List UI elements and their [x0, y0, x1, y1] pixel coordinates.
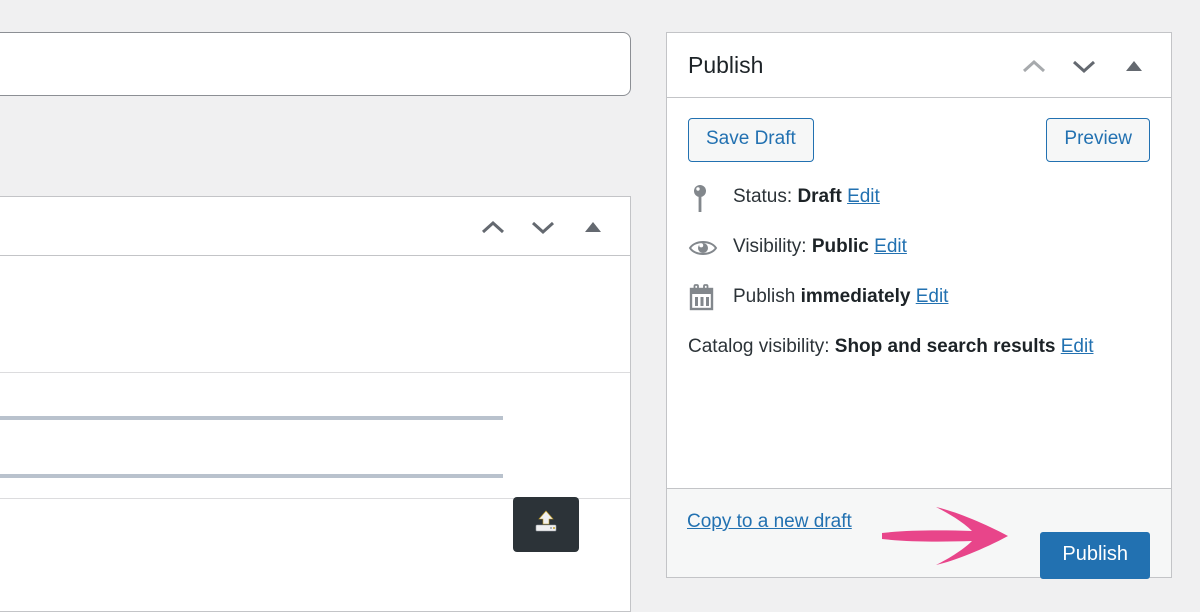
status-edit-link[interactable]: Edit — [847, 186, 880, 207]
status-row: Status: Draft Edit — [688, 181, 1150, 215]
catalog-visibility-label: Catalog visibility: — [688, 335, 830, 357]
publish-panel-body: Save Draft Preview Status: Draft Edit Vi… — [667, 98, 1171, 363]
panel-title: Publish — [688, 51, 764, 78]
copy-to-new-draft-link[interactable]: Copy to a new draft — [687, 511, 852, 533]
triangle-up-icon[interactable] — [578, 212, 608, 242]
pin-icon — [688, 183, 722, 213]
calendar-icon — [688, 283, 722, 313]
chevron-up-icon[interactable] — [478, 212, 508, 242]
catalog-visibility-edit-link[interactable]: Edit — [1061, 336, 1094, 357]
publish-button[interactable]: Publish — [1040, 532, 1150, 579]
catalog-visibility-row: Catalog visibility: Shop and search resu… — [688, 331, 1128, 363]
visibility-row: Visibility: Public Edit — [688, 231, 1150, 265]
upload-icon — [531, 509, 561, 540]
triangle-up-icon[interactable] — [1119, 51, 1149, 81]
publish-panel: Publish Save Draft Preview Status: Draft… — [666, 32, 1172, 579]
visibility-edit-link[interactable]: Edit — [874, 236, 907, 257]
publish-date-row: Publish immediately Edit — [688, 281, 1150, 315]
publish-panel-header: Publish — [667, 33, 1171, 98]
status-label: Status: — [733, 186, 793, 208]
publish-date-value: immediately — [800, 286, 911, 308]
left-metabox-row-2 — [0, 373, 630, 499]
status-text: Status: Draft Edit — [733, 186, 880, 209]
post-title-input[interactable] — [0, 32, 631, 96]
visibility-value: Public — [811, 236, 869, 258]
publish-date-label: Publish — [733, 286, 796, 308]
publish-panel-footer: Copy to a new draft Publish — [667, 488, 1171, 579]
upload-button[interactable] — [513, 497, 579, 552]
publish-date-text: Publish immediately Edit — [733, 286, 948, 309]
left-metabox-header — [0, 197, 630, 256]
visibility-text: Visibility: Public Edit — [733, 236, 907, 259]
screen-root: Publish Save Draft Preview Status: Draft… — [0, 0, 1200, 612]
status-value: Draft — [797, 186, 842, 208]
left-metabox-row-1 — [0, 256, 630, 373]
save-draft-button[interactable]: Save Draft — [688, 118, 814, 162]
chevron-down-icon[interactable] — [1069, 51, 1099, 81]
panel-handle-actions — [1019, 33, 1149, 98]
publish-actions-row: Save Draft Preview — [688, 118, 1150, 162]
chevron-down-icon[interactable] — [528, 212, 558, 242]
left-metabox-handle-actions — [478, 197, 608, 256]
preview-button[interactable]: Preview — [1046, 118, 1150, 162]
eye-icon — [688, 237, 722, 259]
catalog-visibility-value: Shop and search results — [834, 335, 1056, 357]
visibility-label: Visibility: — [733, 236, 807, 258]
chevron-up-icon[interactable] — [1019, 51, 1049, 81]
left-metabox-text-field[interactable] — [0, 416, 503, 478]
publish-date-edit-link[interactable]: Edit — [916, 286, 949, 307]
